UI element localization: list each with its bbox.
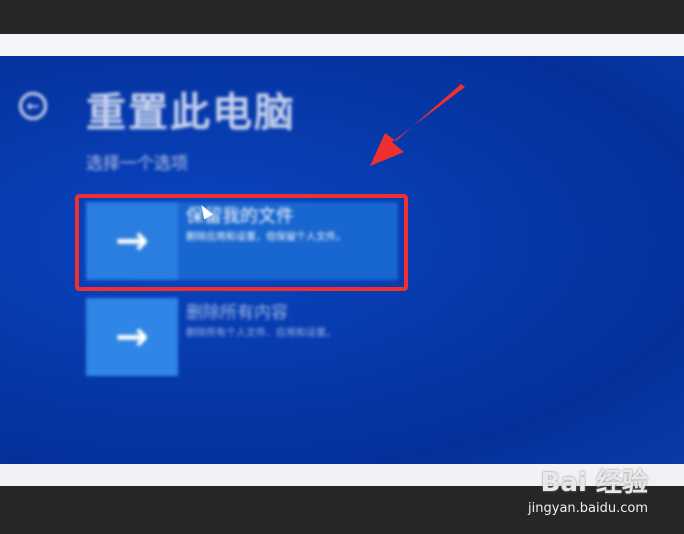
page-subtitle: 选择一个选项 [86,154,188,174]
watermark-logo: Bai 经验 [540,468,648,498]
option-description: 删除所有个人文件、应用和设置。 [186,328,336,339]
watermark-url: jingyan.baidu.com [528,501,648,516]
page-title: 重置此电脑 [86,90,296,136]
option-title: 删除所有内容 [186,303,288,323]
screenshot-frame: ← 重置此电脑 选择一个选项 → 保留我的文件 删除应用和设置，但保留个人文件。… [0,0,684,534]
baidu-watermark: Bai 经验 jingyan.baidu.com [528,462,648,516]
right-arrow-icon: → [86,298,178,376]
red-highlight-box [75,194,408,291]
back-arrow-icon[interactable]: ← [19,92,47,120]
remove-everything-option[interactable]: → 删除所有内容 删除所有个人文件、应用和设置。 [86,298,398,376]
top-dark-bar [0,0,684,34]
top-white-band [0,34,684,56]
